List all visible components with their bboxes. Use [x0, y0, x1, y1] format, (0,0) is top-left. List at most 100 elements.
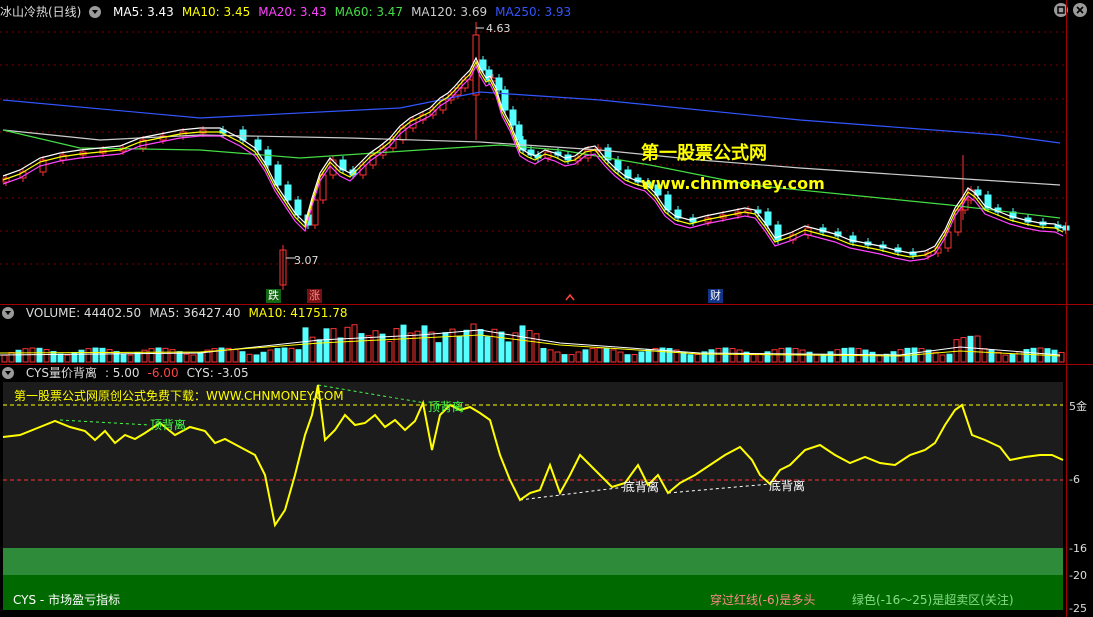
volume-bar: [617, 351, 624, 363]
volume-bar: [547, 349, 554, 363]
volume-bar: [372, 330, 379, 363]
ma5-line: [2, 56, 1064, 254]
volume-bar: [533, 333, 540, 363]
volume-bar: [575, 351, 582, 363]
volume-chart[interactable]: [0, 305, 1093, 365]
marker-rise[interactable]: 涨: [307, 289, 322, 303]
y-label-5: 5金: [1069, 400, 1087, 413]
footer-indicator-name: CYS - 市场盈亏指标: [13, 593, 121, 607]
volume-bar: [813, 354, 820, 363]
marker-finance[interactable]: 财: [708, 289, 723, 303]
volume-bar: [484, 336, 491, 363]
volume-bar: [148, 348, 155, 363]
volume-bar: [694, 353, 701, 363]
volume-bar: [603, 347, 610, 363]
volume-bar: [554, 351, 561, 363]
volume-bar: [400, 324, 407, 363]
y-label-neg16: -16: [1069, 542, 1087, 555]
price-chart[interactable]: 4.63 3.07: [0, 0, 1093, 305]
footer-bull-note: 穿过红线(-6)是多头: [710, 593, 816, 607]
volume-bar: [414, 330, 421, 363]
volume-bar: [78, 349, 85, 363]
volume-bar: [267, 349, 274, 363]
volume-bar: [127, 354, 134, 363]
bottom-divergence-label: 底背离: [623, 480, 660, 494]
volume-bar: [36, 347, 43, 363]
volume-bar: [722, 347, 729, 363]
top-divergence-label: 顶背离: [150, 418, 187, 432]
volume-bar: [729, 348, 736, 363]
candle-body: [944, 231, 952, 249]
bottom-divergence-label: 底背离: [769, 479, 806, 493]
volume-bar: [190, 354, 197, 363]
volume-bar: [379, 333, 386, 363]
volume-bar: [561, 354, 568, 363]
volume-bar: [869, 351, 876, 363]
volume-bar: [463, 329, 470, 363]
volume-bar: [1, 354, 8, 363]
volume-bar: [470, 323, 477, 363]
volume-bar: [57, 353, 64, 363]
volume-bar: [155, 347, 162, 363]
volume-bar: [932, 351, 939, 363]
volume-bar: [582, 349, 589, 363]
candle-body: [954, 209, 962, 233]
marker-drop[interactable]: 跌: [266, 289, 281, 303]
volume-bar: [113, 351, 120, 363]
volume-bar: [995, 351, 1002, 363]
high-price-label: 4.63: [486, 22, 511, 35]
volume-bar: [456, 335, 463, 363]
volume-bar: [491, 328, 498, 363]
volume-bar: [239, 351, 246, 363]
ma10-line: [2, 60, 1064, 258]
volume-bar: [162, 347, 169, 363]
ma60-line: [2, 129, 1061, 219]
volume-bar: [631, 354, 638, 363]
volume-bar: [351, 324, 358, 363]
volume-bar: [393, 328, 400, 363]
volume-bar: [1009, 353, 1016, 363]
volume-bar: [568, 354, 575, 363]
low-price-label: 3.07: [294, 254, 319, 267]
volume-bar: [85, 348, 92, 363]
volume-bar: [624, 354, 631, 363]
y-label-neg25: -25: [1069, 602, 1087, 615]
y-label-neg6: -6: [1069, 473, 1080, 486]
candle-body: [495, 77, 503, 91]
volume-bar: [960, 337, 967, 363]
volume-bar: [946, 353, 953, 363]
oversold-zone: [3, 548, 1063, 575]
volume-bar: [169, 349, 176, 363]
watermark-url: www.chnmoney.com: [641, 174, 825, 193]
volume-bar: [680, 351, 687, 363]
volume-bar: [890, 351, 897, 363]
volume-bar: [540, 347, 547, 363]
top-divergence-label: 顶背离: [428, 400, 465, 414]
candle-body: [264, 149, 272, 166]
volume-bar: [365, 335, 372, 363]
volume-bar: [323, 328, 330, 363]
volume-bar: [526, 330, 533, 363]
volume-bar: [421, 325, 428, 363]
volume-bar: [92, 347, 99, 363]
volume-bar: [43, 349, 50, 363]
volume-bar: [799, 349, 806, 363]
volume-bar: [435, 342, 442, 363]
cys-plot-bg: [3, 382, 1063, 548]
volume-bar: [288, 347, 295, 363]
volume-bar: [827, 351, 834, 363]
volume-bar: [505, 341, 512, 363]
volume-bar: [274, 348, 281, 363]
volume-bar: [645, 349, 652, 363]
volume-bar: [736, 349, 743, 363]
volume-bar: [99, 347, 106, 363]
volume-bar: [232, 349, 239, 363]
volume-bar: [498, 331, 505, 363]
volume-bar: [687, 354, 694, 363]
promo-text: 第一股票公式网原创公式免费下载：WWW.CHNMONEY.COM: [14, 389, 344, 403]
volume-bar: [589, 347, 596, 363]
volume-bar: [1002, 354, 1009, 363]
volume-bar: [106, 349, 113, 363]
y-label-neg20: -20: [1069, 569, 1087, 582]
event-arrow-icon[interactable]: [565, 293, 575, 301]
